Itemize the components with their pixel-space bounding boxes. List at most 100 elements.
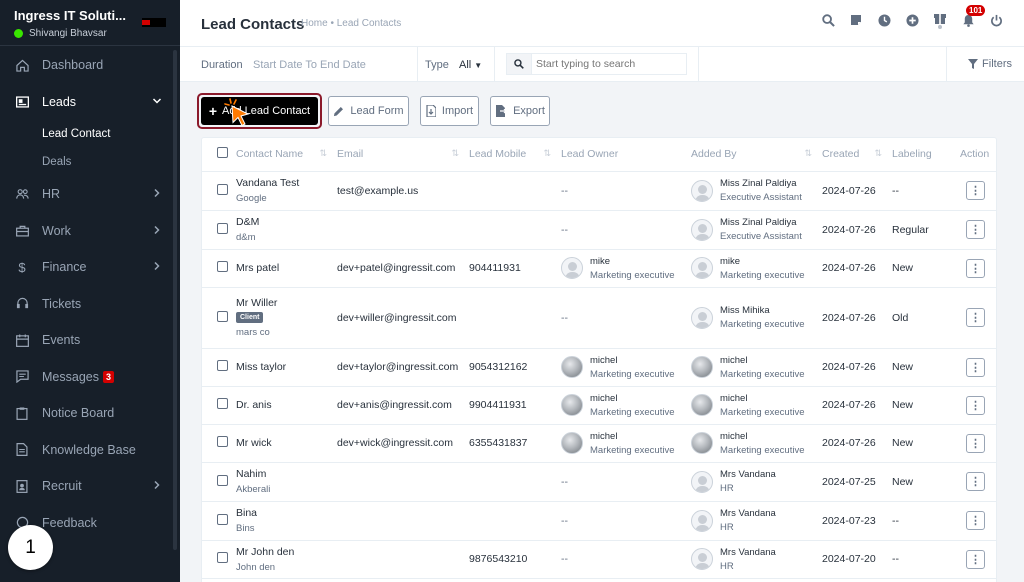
table-row[interactable]: Nahim Akberali -- Mrs Vandana HR 2024-07-25 Ne… bbox=[202, 462, 996, 502]
row-checkbox[interactable] bbox=[217, 222, 228, 234]
contact-company: Google bbox=[236, 193, 267, 204]
bell-icon[interactable]: 101 bbox=[954, 5, 986, 30]
sidebar-item-notice-board[interactable]: Notice Board bbox=[0, 395, 180, 432]
contact-name[interactable]: Vandana Test bbox=[236, 177, 329, 189]
breadcrumb[interactable]: Home • Lead Contacts bbox=[301, 18, 401, 29]
user-role: Marketing executive bbox=[590, 444, 675, 456]
contact-name[interactable]: Miss taylor bbox=[236, 361, 329, 373]
column-header[interactable]: Lead Owner bbox=[557, 138, 687, 172]
row-checkbox[interactable] bbox=[217, 398, 228, 409]
user-cell[interactable]: michel Marketing executive bbox=[691, 431, 814, 456]
sidebar-item-work[interactable]: Work bbox=[0, 213, 180, 250]
row-checkbox[interactable] bbox=[217, 310, 228, 322]
search-icon[interactable] bbox=[814, 10, 842, 30]
lead-form-button[interactable]: Lead Form bbox=[328, 96, 409, 126]
sidebar-item-hr[interactable]: HR bbox=[0, 176, 180, 213]
row-checkbox[interactable] bbox=[217, 513, 228, 525]
row-checkbox[interactable] bbox=[217, 436, 228, 447]
row-checkbox[interactable] bbox=[217, 360, 228, 371]
more-options-icon[interactable]: ⋮ bbox=[966, 549, 985, 569]
gift-icon[interactable] bbox=[926, 10, 954, 30]
more-options-icon[interactable]: ⋮ bbox=[966, 220, 985, 239]
contact-name[interactable]: D&M bbox=[236, 216, 329, 228]
table-row[interactable]: Miss taylor dev+taylor@ingressit.com 90543… bbox=[202, 348, 996, 387]
sidebar-item-knowledge-base[interactable]: Knowledge Base bbox=[0, 432, 180, 469]
user-cell[interactable]: Miss Zinal Paldiya Executive Assistant bbox=[691, 217, 814, 242]
sidebar-item-recruit[interactable]: Recruit bbox=[0, 468, 180, 505]
contact-name[interactable]: Dr. anis bbox=[236, 399, 329, 411]
user-cell[interactable]: michel Marketing executive bbox=[561, 393, 683, 418]
contact-name[interactable]: Mr John den bbox=[236, 546, 329, 558]
column-header[interactable]: Labeling bbox=[888, 138, 956, 172]
more-options-icon[interactable]: ⋮ bbox=[966, 472, 985, 491]
sidebar-header[interactable]: Ingress IT Soluti... Shivangi Bhavsar bbox=[0, 0, 180, 46]
row-checkbox[interactable] bbox=[217, 474, 228, 486]
row-checkbox[interactable] bbox=[217, 183, 228, 195]
contact-name[interactable]: Mr Willer bbox=[236, 297, 329, 309]
more-options-icon[interactable]: ⋮ bbox=[966, 433, 985, 453]
duration-date-range[interactable]: Start Date To End Date bbox=[253, 59, 366, 71]
column-header[interactable]: Added By ⇅ bbox=[687, 138, 818, 172]
sidebar-item-events[interactable]: Events bbox=[0, 322, 180, 359]
power-icon[interactable] bbox=[982, 10, 1010, 30]
user-cell[interactable]: mike Marketing executive bbox=[561, 256, 683, 281]
add-circle-icon[interactable] bbox=[898, 10, 926, 30]
table-row[interactable]: Mr wick dev+wick@ingressit.com 6355431837 m… bbox=[202, 424, 996, 463]
more-options-icon[interactable]: ⋮ bbox=[966, 258, 985, 278]
sidebar-subitem-lead-contact[interactable]: Lead Contact bbox=[0, 120, 180, 148]
export-button[interactable]: Export bbox=[490, 96, 550, 126]
clock-icon[interactable] bbox=[870, 10, 898, 30]
column-header[interactable]: Contact Name ⇅ bbox=[232, 138, 333, 172]
contact-name[interactable]: Mrs patel bbox=[236, 262, 329, 274]
user-cell[interactable]: mike Marketing executive bbox=[691, 256, 814, 281]
sidebar-subitem-deals[interactable]: Deals bbox=[0, 148, 180, 176]
column-header[interactable]: Email ⇅ bbox=[333, 138, 465, 172]
more-options-icon[interactable]: ⋮ bbox=[966, 357, 985, 377]
type-select[interactable]: All ▼ bbox=[459, 59, 482, 71]
row-checkbox[interactable] bbox=[217, 261, 228, 272]
column-header[interactable]: Created ⇅ bbox=[818, 138, 888, 172]
table-row[interactable]: Bina Bins -- Mrs Vandana HR 2024-07-23 -- ⋮ bbox=[202, 501, 996, 541]
more-options-icon[interactable]: ⋮ bbox=[966, 181, 985, 200]
table-row[interactable]: Mrs patel dev+patel@ingressit.com 90441193… bbox=[202, 249, 996, 288]
filters-button[interactable]: Filters bbox=[968, 58, 1012, 70]
table-row[interactable]: Dr. anis dev+anis@ingressit.com 9904411931… bbox=[202, 386, 996, 425]
table-body: Vandana Test Google test@example.us -- Miss … bbox=[202, 171, 996, 579]
contact-company: d&m bbox=[236, 232, 256, 243]
more-options-icon[interactable]: ⋮ bbox=[966, 395, 985, 415]
contact-name[interactable]: Nahim bbox=[236, 468, 329, 480]
user-cell[interactable]: michel Marketing executive bbox=[691, 355, 814, 380]
lead-form-label: Lead Form bbox=[350, 105, 404, 117]
select-all-checkbox[interactable] bbox=[217, 147, 228, 159]
add-lead-contact-button[interactable]: + Add Lead Contact bbox=[201, 97, 318, 125]
sidebar-item-tickets[interactable]: Tickets bbox=[0, 286, 180, 323]
contact-name[interactable]: Mr wick bbox=[236, 437, 329, 449]
table-row[interactable]: Mr John den John den 9876543210 -- Mrs Vanda… bbox=[202, 540, 996, 579]
user-cell[interactable]: Mrs Vandana HR bbox=[691, 508, 814, 533]
user-cell[interactable]: michel Marketing executive bbox=[561, 355, 683, 380]
sidebar-item-leads[interactable]: Leads bbox=[0, 84, 180, 121]
column-header[interactable]: Lead Mobile ⇅ bbox=[465, 138, 557, 172]
contact-name[interactable]: Bina bbox=[236, 507, 329, 519]
table-row[interactable]: Vandana Test Google test@example.us -- Miss … bbox=[202, 171, 996, 211]
user-cell[interactable]: Mrs Vandana HR bbox=[691, 547, 814, 572]
more-options-icon[interactable]: ⋮ bbox=[966, 511, 985, 530]
sidebar-item-finance[interactable]: $ Finance bbox=[0, 249, 180, 286]
row-checkbox[interactable] bbox=[217, 552, 228, 563]
table-row[interactable]: Mr Willer Client mars co dev+willer@ingress… bbox=[202, 287, 996, 349]
more-options-icon[interactable]: ⋮ bbox=[966, 308, 985, 327]
table-row[interactable]: D&M d&m -- Miss Zinal Paldiya Executive Assi… bbox=[202, 210, 996, 250]
search-input[interactable] bbox=[532, 53, 687, 75]
sticky-note-icon[interactable] bbox=[842, 10, 870, 30]
user-cell[interactable]: michel Marketing executive bbox=[561, 431, 683, 456]
contact-company: Bins bbox=[236, 523, 255, 534]
sidebar-item-messages[interactable]: Messages 3 bbox=[0, 359, 180, 396]
help-step-indicator[interactable]: 1 bbox=[8, 525, 53, 570]
sidebar-item-dashboard[interactable]: Dashboard bbox=[0, 47, 180, 84]
user-cell[interactable]: Miss Mihika Marketing executive bbox=[691, 305, 814, 330]
user-cell[interactable]: michel Marketing executive bbox=[691, 393, 814, 418]
user-cell[interactable]: Mrs Vandana HR bbox=[691, 469, 814, 494]
avatar bbox=[691, 394, 713, 416]
user-cell[interactable]: Miss Zinal Paldiya Executive Assistant bbox=[691, 178, 814, 203]
import-button[interactable]: Import bbox=[420, 96, 479, 126]
